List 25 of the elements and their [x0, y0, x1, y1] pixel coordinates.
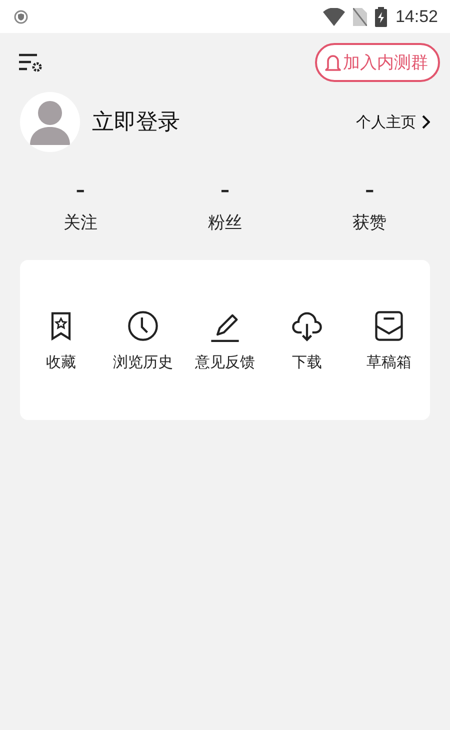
no-sim-icon [353, 8, 368, 26]
status-time: 14:52 [395, 6, 438, 26]
settings-menu-icon[interactable] [18, 52, 44, 74]
stat-label[interactable]: 关注 [63, 211, 98, 234]
shield-icon [14, 10, 28, 24]
action-button[interactable]: 意见反馈 [184, 308, 266, 372]
stat-value: – [220, 180, 230, 201]
battery-icon [375, 6, 388, 26]
inbox-icon [372, 308, 406, 342]
clock-icon [126, 308, 160, 342]
action-button[interactable]: 浏览历史 [102, 308, 184, 372]
homepage-link[interactable]: 个人主页 [356, 112, 430, 132]
wifi-icon [323, 8, 346, 26]
action-button[interactable]: 收藏 [20, 308, 102, 372]
stat-label[interactable]: 粉丝 [208, 211, 242, 234]
person-icon [30, 99, 70, 145]
login-link[interactable]: 立即登录 [92, 107, 344, 137]
stat-value: – [365, 180, 374, 201]
action-button[interactable]: 下载 [266, 308, 348, 372]
chevron-right-icon [422, 115, 430, 129]
join-group-button[interactable]: 加入内测群 [315, 43, 440, 82]
stat-value: – [76, 180, 85, 201]
stat-label[interactable]: 获赞 [352, 211, 387, 234]
bell-icon [325, 52, 341, 72]
action-button[interactable]: 草稿箱 [348, 308, 430, 372]
